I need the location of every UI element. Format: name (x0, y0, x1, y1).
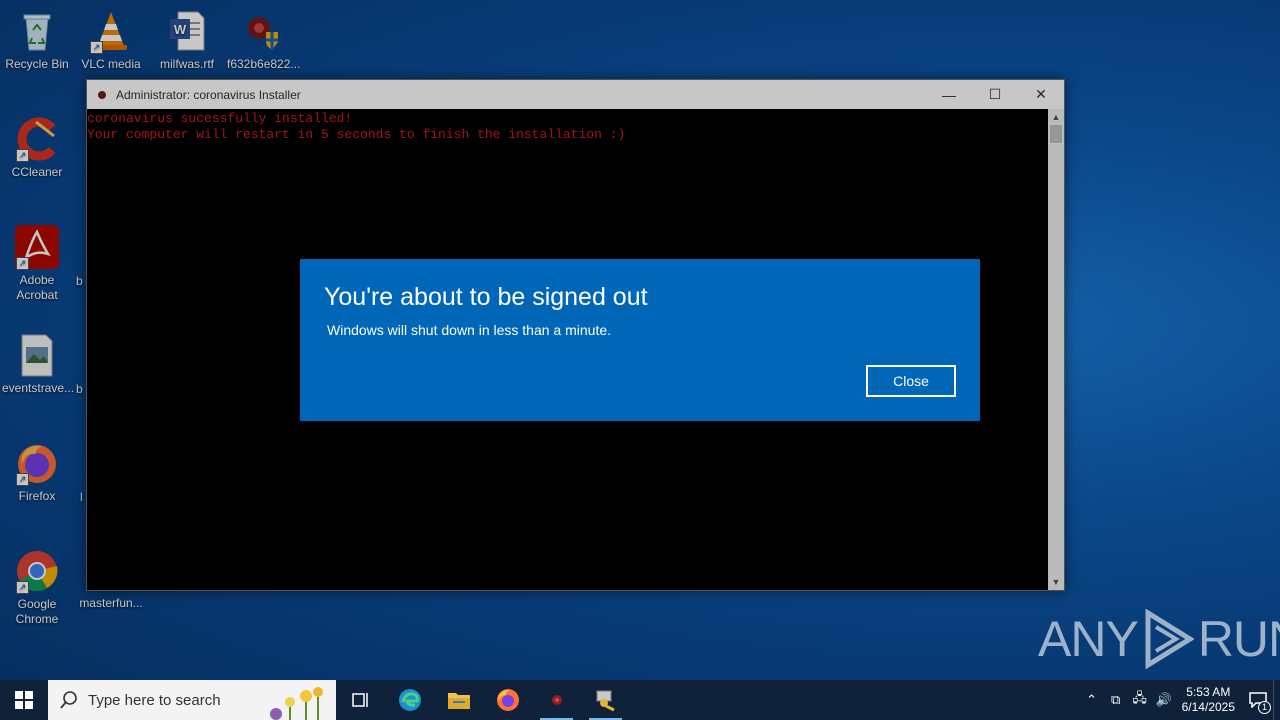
console-line: coronavirus sucessfully installed! (87, 111, 353, 126)
desktop-icon-recycle-bin[interactable]: Recycle Bin (2, 8, 72, 72)
edge-icon (398, 689, 421, 711)
play-logo-icon (1145, 609, 1194, 669)
desktop-icon-google-chrome[interactable]: ↗ Google Chrome (2, 548, 72, 627)
search-highlight-flowers-icon (270, 687, 323, 720)
clock-date: 6/14/2025 (1181, 700, 1235, 714)
close-button[interactable]: Close (866, 365, 956, 397)
image-file-icon (14, 332, 60, 378)
desktop-icon-ccleaner[interactable]: ↗ CCleaner (2, 116, 72, 180)
start-button[interactable] (0, 680, 48, 720)
installer-shield-icon (239, 8, 285, 54)
scroll-thumb[interactable] (1050, 125, 1062, 143)
network-icon[interactable]: 🖧 (1128, 689, 1152, 711)
watermark-left-text: ANY (1038, 611, 1139, 667)
desktop-icon-label: Firefox (18, 489, 56, 503)
task-view-icon (351, 693, 368, 707)
shortcut-arrow-icon: ↗ (16, 581, 29, 594)
taskbar-console[interactable] (532, 680, 581, 720)
recycle-bin-icon (14, 8, 60, 54)
show-desktop-button[interactable] (1273, 680, 1280, 720)
watermark-right-text: RUN (1197, 611, 1280, 667)
task-view-button[interactable] (336, 680, 385, 720)
taskbar: Type here to search ⌃ ⧉ 🖧 🔊 5:53 AM 6/14… (0, 680, 1280, 720)
signout-dialog: You're about to be signed out Windows wi… (300, 259, 980, 421)
minimize-button[interactable]: — (926, 80, 972, 109)
maximize-button[interactable]: ☐ (972, 80, 1018, 109)
desktop-icon-firefox[interactable]: ↗ Firefox (2, 440, 72, 504)
clock[interactable]: 5:53 AM 6/14/2025 (1182, 685, 1235, 715)
console-title: Administrator: coronavirus Installer (116, 87, 301, 102)
taskbar-firefox[interactable] (483, 680, 532, 720)
adobe-acrobat-icon: ↗ (14, 224, 60, 270)
vlc-cone-icon: ↗ (88, 8, 134, 54)
console-app-icon (98, 90, 106, 99)
system-tray: ⌃ ⧉ 🖧 🔊 5:53 AM 6/14/2025 1 (1080, 680, 1280, 720)
desktop-icon-label: Recycle Bin (5, 57, 69, 71)
console-app-icon (551, 695, 562, 705)
desktop-icon-partial-label: b (76, 274, 83, 288)
desktop-icon-label: eventstrave... (2, 381, 75, 395)
windows-logo-icon (15, 691, 33, 709)
dialog-message: Windows will shut down in less than a mi… (327, 322, 612, 338)
keys-icon (596, 690, 615, 712)
taskbar-file-explorer[interactable] (434, 680, 483, 720)
taskbar-key-app[interactable] (581, 680, 630, 720)
close-window-button[interactable]: ✕ (1018, 80, 1064, 109)
clock-time: 5:53 AM (1186, 685, 1231, 699)
shortcut-arrow-icon: ↗ (90, 41, 103, 54)
svg-text:W: W (174, 22, 187, 37)
desktop-icon-label: CCleaner (11, 165, 63, 179)
chevron-up-icon[interactable]: ⌃ (1080, 692, 1104, 708)
word-document-icon: W (164, 8, 210, 54)
search-placeholder: Type here to search (88, 691, 221, 709)
notification-count: 1 (1258, 701, 1271, 714)
shortcut-arrow-icon: ↗ (16, 473, 29, 486)
desktop-icon-label: Adobe Acrobat (16, 273, 58, 302)
desktop-icon-adobe-acrobat[interactable]: ↗ Adobe Acrobat (2, 224, 72, 303)
firefox-icon (496, 689, 519, 711)
notification-center-button[interactable]: 1 (1243, 692, 1273, 714)
desktop-icon-f632b6e822[interactable]: f632b6e822... (227, 8, 301, 72)
scroll-down-arrow-icon[interactable]: ▼ (1048, 574, 1064, 590)
firefox-icon: ↗ (14, 440, 60, 486)
shortcut-arrow-icon: ↗ (16, 257, 29, 270)
ccleaner-icon: ↗ (14, 116, 60, 162)
dialog-title: You're about to be signed out (324, 283, 648, 311)
meet-now-icon[interactable]: ⧉ (1104, 692, 1128, 708)
console-scrollbar[interactable]: ▲ ▼ (1048, 109, 1064, 590)
folder-icon (447, 693, 470, 709)
desktop-icon-label: Google Chrome (15, 597, 59, 626)
shortcut-arrow-icon: ↗ (16, 149, 29, 162)
chrome-icon: ↗ (14, 548, 60, 594)
desktop-icon-label: milfwas.rtf (160, 57, 214, 71)
desktop-icon-label: f632b6e822... (227, 57, 301, 71)
scroll-up-arrow-icon[interactable]: ▲ (1048, 109, 1064, 125)
volume-icon[interactable]: 🔊 (1152, 692, 1176, 708)
desktop-icon-vlc[interactable]: ↗ VLC media (76, 8, 146, 72)
console-line: Your computer will restart in 5 seconds … (87, 127, 626, 142)
desktop-icon-partial-label: b (76, 382, 83, 396)
taskbar-edge[interactable] (385, 680, 434, 720)
search-icon (60, 691, 77, 709)
console-titlebar[interactable]: Administrator: coronavirus Installer — ☐… (87, 80, 1064, 109)
taskbar-search-box[interactable]: Type here to search (48, 680, 336, 720)
desktop-icon-label: VLC media (81, 57, 141, 71)
desktop-icon-label: masterfun... (79, 596, 143, 610)
desktop-icon-eventstrave[interactable]: eventstrave... (2, 332, 75, 396)
desktop-icon-milfwas-rtf[interactable]: W milfwas.rtf (152, 8, 222, 72)
anyrun-watermark: ANY RUN (1038, 606, 1280, 672)
